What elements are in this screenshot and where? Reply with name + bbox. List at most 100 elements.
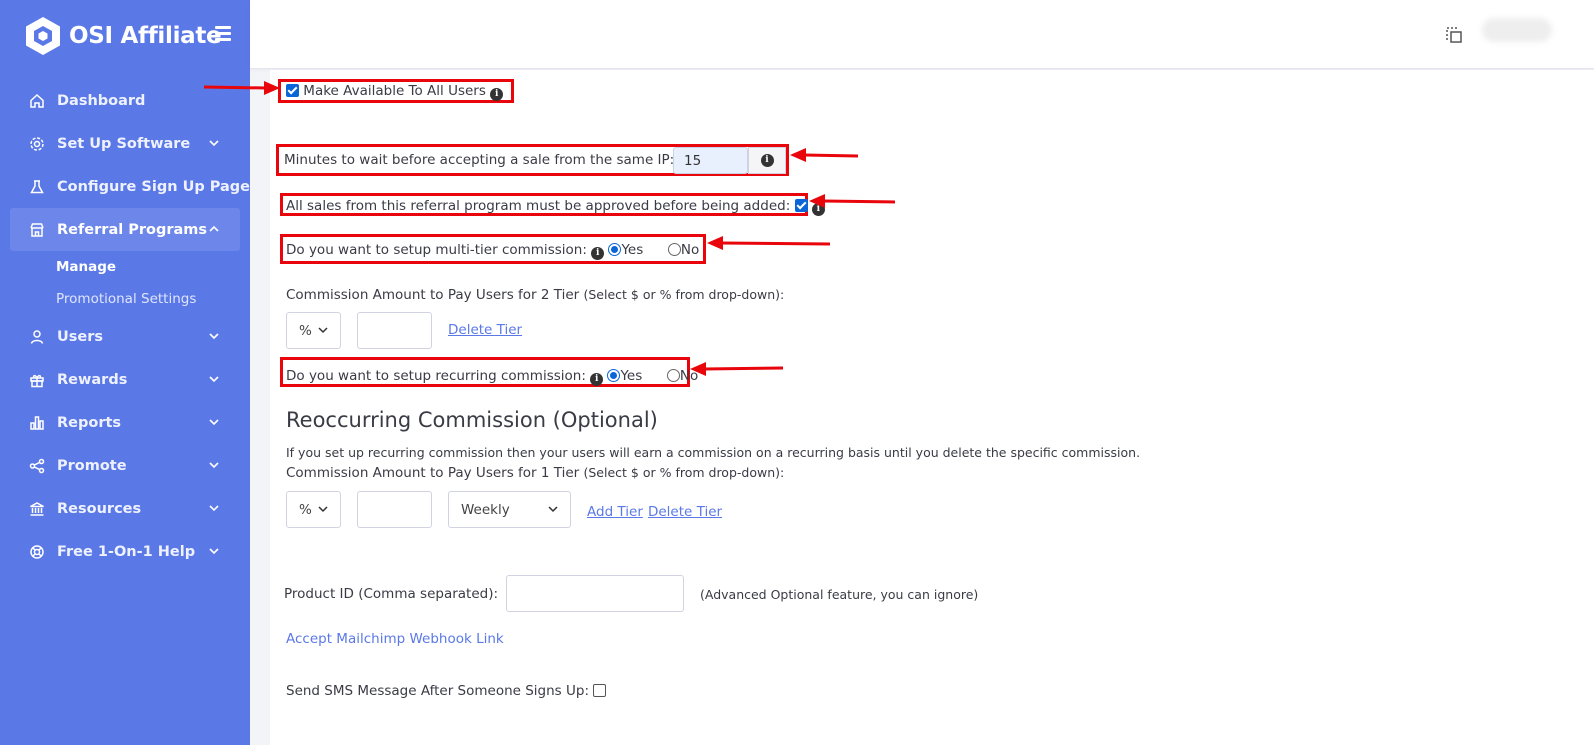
sidebar-item-label: Set Up Software bbox=[57, 135, 191, 152]
frequency-value: Weekly bbox=[461, 501, 510, 518]
annotation-arrow bbox=[790, 148, 858, 162]
store-icon bbox=[28, 221, 46, 239]
product-id-note: (Advanced Optional feature, you can igno… bbox=[700, 587, 979, 602]
add-tier-link[interactable]: Add Tier bbox=[587, 504, 643, 520]
wait-minutes-input[interactable]: 15 bbox=[673, 147, 748, 174]
recurring-no-radio[interactable] bbox=[666, 369, 680, 382]
delete-tier-link[interactable]: Delete Tier bbox=[648, 504, 722, 520]
sidebar-item-label: Referral Programs bbox=[57, 221, 208, 238]
multi-tier-yes-radio[interactable] bbox=[608, 243, 622, 256]
recurring-yes-radio[interactable] bbox=[607, 369, 621, 382]
annotation-arrow bbox=[809, 194, 895, 208]
sidebar-item-label: Dashboard bbox=[57, 92, 146, 109]
bar-chart-icon bbox=[28, 414, 46, 432]
tier2-label: Commission Amount to Pay Users for 2 Tie… bbox=[286, 287, 580, 303]
multi-tier-no-radio[interactable] bbox=[667, 243, 681, 256]
chevron-up-icon bbox=[209, 225, 219, 232]
gift-icon bbox=[28, 371, 46, 389]
tier2-label-row: Commission Amount to Pay Users for 2 Tie… bbox=[286, 287, 784, 303]
tier1-amount-input[interactable] bbox=[357, 491, 432, 528]
make-available-row: Make Available To All Users i bbox=[286, 83, 504, 101]
recurring-row: Do you want to setup recurring commissio… bbox=[286, 368, 698, 386]
user-avatar[interactable] bbox=[1482, 18, 1552, 42]
sidebar-item-users[interactable]: Users bbox=[0, 315, 250, 358]
sidebar-item-free-help[interactable]: Free 1-On-1 Help bbox=[0, 530, 250, 573]
gear-icon bbox=[28, 135, 46, 153]
sidebar-item-label: Resources bbox=[57, 500, 142, 517]
tier2-unit-value: % bbox=[299, 322, 312, 339]
tier1-unit-value: % bbox=[299, 501, 312, 518]
chevron-down-icon bbox=[209, 505, 219, 512]
chevron-down-icon bbox=[209, 333, 219, 340]
tier1-label-row: Commission Amount to Pay Users for 1 Tie… bbox=[286, 465, 784, 481]
sidebar-subitem-promotional-settings[interactable]: Promotional Settings bbox=[0, 283, 250, 315]
logo-icon bbox=[26, 17, 60, 55]
info-addon[interactable]: i bbox=[748, 147, 786, 174]
tier2-unit-select[interactable]: % bbox=[286, 312, 341, 349]
tier1-unit-select[interactable]: % bbox=[286, 491, 341, 528]
chevron-down-icon bbox=[209, 548, 219, 555]
annotation-arrow bbox=[690, 362, 783, 376]
share-icon bbox=[28, 457, 46, 475]
top-header bbox=[250, 0, 1594, 69]
lifebuoy-icon bbox=[28, 543, 46, 561]
sidebar: OSI Affiliate Dashboard Set Up Software … bbox=[0, 0, 250, 745]
recurring-yes-label[interactable]: Yes bbox=[620, 368, 642, 384]
chevron-down-icon bbox=[209, 462, 219, 469]
annotation-arrow bbox=[707, 236, 830, 250]
wait-minutes-label: Minutes to wait before accepting a sale … bbox=[284, 152, 675, 168]
menu-toggle-icon[interactable] bbox=[215, 26, 231, 41]
info-icon[interactable]: i bbox=[760, 154, 774, 167]
brand[interactable]: OSI Affiliate bbox=[24, 14, 222, 58]
flask-icon bbox=[28, 178, 46, 196]
sidebar-item-label: Free 1-On-1 Help bbox=[57, 543, 196, 560]
approve-sales-row: All sales from this referral program mus… bbox=[286, 198, 825, 216]
chevron-down-icon bbox=[318, 326, 328, 333]
chevron-down-icon bbox=[209, 419, 219, 426]
approve-sales-label: All sales from this referral program mus… bbox=[286, 198, 791, 214]
recurring-label: Do you want to setup recurring commissio… bbox=[286, 368, 586, 384]
reoccurring-title: Reoccurring Commission (Optional) bbox=[286, 408, 658, 432]
chevron-down-icon bbox=[209, 376, 219, 383]
home-icon bbox=[28, 92, 46, 110]
info-icon[interactable]: i bbox=[590, 373, 604, 386]
tier2-hint: (Select $ or % from drop-down): bbox=[583, 287, 785, 302]
frequency-select[interactable]: Weekly bbox=[448, 491, 571, 528]
product-id-input[interactable] bbox=[506, 575, 684, 612]
sidebar-nav: Dashboard Set Up Software Configure Sign… bbox=[0, 79, 250, 573]
sidebar-item-configure-sign-up-page[interactable]: Configure Sign Up Page bbox=[0, 165, 250, 208]
info-icon[interactable]: i bbox=[591, 247, 605, 260]
user-icon bbox=[28, 328, 46, 346]
product-id-label: Product ID (Comma separated): bbox=[284, 586, 499, 602]
sidebar-item-referral-programs[interactable]: Referral Programs bbox=[10, 208, 240, 251]
multi-tier-no-label[interactable]: No bbox=[681, 242, 699, 258]
sidebar-subitem-manage[interactable]: Manage bbox=[0, 251, 250, 283]
sidebar-item-label: Configure Sign Up Page bbox=[57, 178, 251, 195]
bank-icon bbox=[28, 500, 46, 518]
tier1-hint: (Select $ or % from drop-down): bbox=[583, 465, 785, 480]
mailchimp-webhook-link[interactable]: Accept Mailchimp Webhook Link bbox=[286, 631, 504, 647]
sms-row: Send SMS Message After Someone Signs Up: bbox=[286, 683, 607, 699]
tier2-amount-input[interactable] bbox=[357, 312, 432, 349]
multi-tier-yes-label[interactable]: Yes bbox=[621, 242, 643, 258]
sidebar-item-rewards[interactable]: Rewards bbox=[0, 358, 250, 401]
reoccurring-description: If you set up recurring commission then … bbox=[286, 445, 1141, 460]
make-available-checkbox[interactable] bbox=[286, 84, 299, 97]
sidebar-item-label: Reports bbox=[57, 414, 122, 431]
sidebar-item-promote[interactable]: Promote bbox=[0, 444, 250, 487]
sidebar-item-label: Promote bbox=[57, 457, 127, 474]
sidebar-item-label: Rewards bbox=[57, 371, 128, 388]
sidebar-item-reports[interactable]: Reports bbox=[0, 401, 250, 444]
brand-name: OSI Affiliate bbox=[69, 23, 222, 49]
sidebar-item-set-up-software[interactable]: Set Up Software bbox=[0, 122, 250, 165]
annotation-arrow bbox=[204, 81, 280, 95]
sms-checkbox[interactable] bbox=[593, 684, 607, 697]
tier2-delete-link[interactable]: Delete Tier bbox=[448, 322, 522, 338]
sidebar-item-resources[interactable]: Resources bbox=[0, 487, 250, 530]
tier1-links: Add Tier Delete Tier bbox=[587, 501, 722, 520]
approve-sales-checkbox[interactable] bbox=[794, 199, 808, 212]
info-icon[interactable]: i bbox=[490, 88, 504, 101]
tier1-label: Commission Amount to Pay Users for 1 Tie… bbox=[286, 465, 580, 481]
chevron-down-icon bbox=[318, 505, 328, 512]
expand-icon[interactable] bbox=[1445, 26, 1463, 44]
